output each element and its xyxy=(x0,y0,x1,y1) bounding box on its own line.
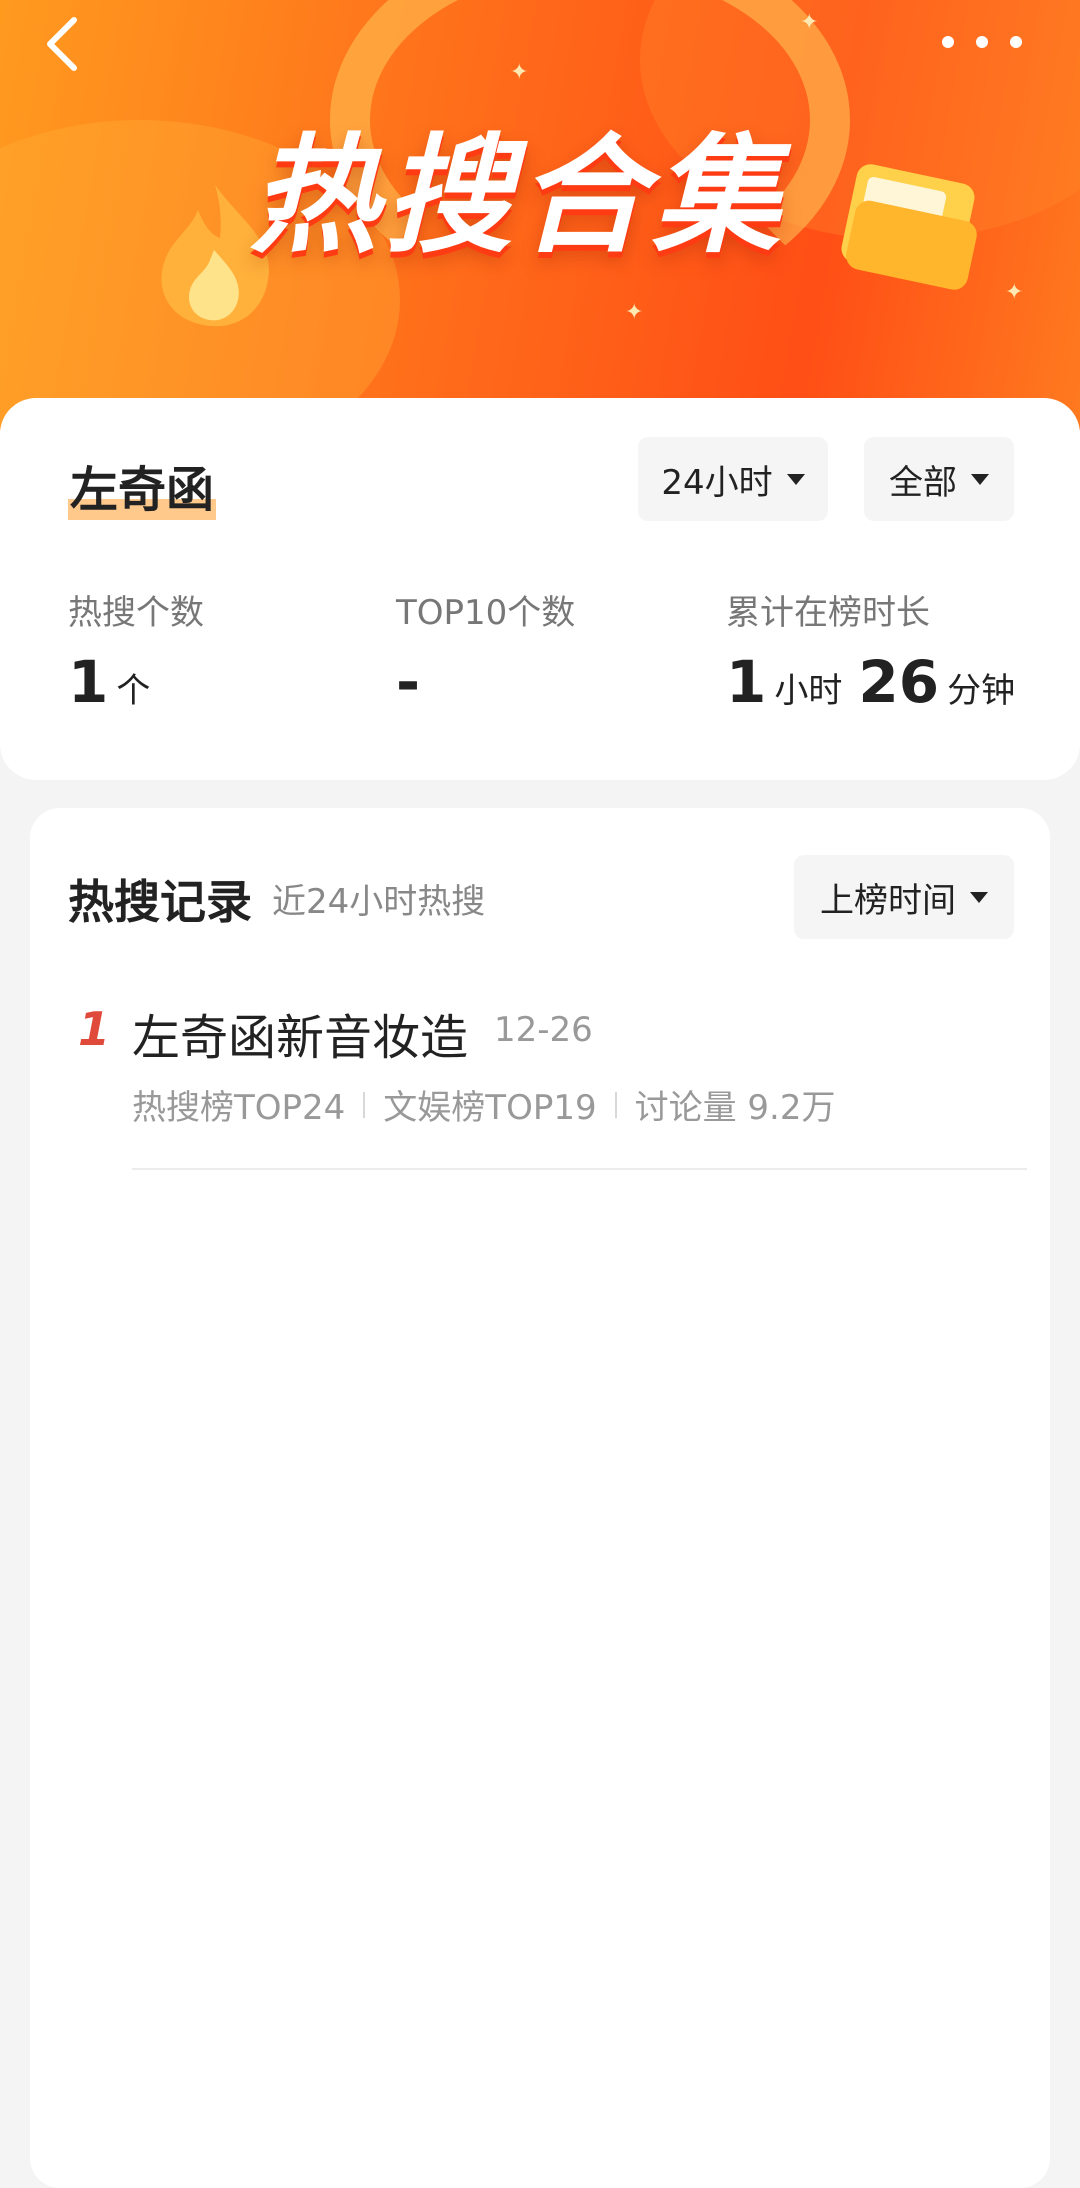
duration-label: 累计在榜时长 xyxy=(726,593,930,633)
scope-dropdown[interactable]: 全部 xyxy=(864,437,1014,521)
meta-separator xyxy=(363,1091,366,1118)
sparkle-icon: ✦ xyxy=(510,60,529,85)
sort-dropdown[interactable]: 上榜时间 xyxy=(794,855,1014,939)
record-title[interactable]: 左奇函新音妆造 xyxy=(132,998,468,1068)
record-meta-ent-board: 文娱榜TOP19 xyxy=(383,1088,597,1128)
sparkle-icon: ✦ xyxy=(1005,280,1024,305)
meta-separator xyxy=(614,1091,617,1118)
caret-down-icon xyxy=(970,891,988,903)
top10-value: - xyxy=(396,648,421,716)
time-range-label: 24小时 xyxy=(661,462,773,503)
caret-down-icon xyxy=(786,473,805,485)
back-button[interactable] xyxy=(32,14,92,74)
celebrity-name: 左奇函 xyxy=(68,450,217,520)
header-banner: ✦ ✦ ✦ ✦ 热搜合集 xyxy=(0,0,1080,430)
records-title: 热搜记录 xyxy=(68,875,252,929)
chevron-left-icon xyxy=(47,17,77,71)
sort-label: 上榜时间 xyxy=(820,880,956,921)
sparkle-icon: ✦ xyxy=(800,10,819,35)
top10-label: TOP10个数 xyxy=(396,593,576,633)
time-range-dropdown[interactable]: 24小时 xyxy=(638,437,828,521)
banner-title: 热搜合集 xyxy=(250,122,787,271)
record-divider xyxy=(132,1168,1027,1170)
duration-value: 1 小时 26 分钟 xyxy=(726,648,1016,716)
hot-count-label: 热搜个数 xyxy=(68,593,204,633)
records-subtitle: 近24小时热搜 xyxy=(272,882,486,922)
record-meta: 热搜榜TOP24 文娱榜TOP19 讨论量 9.2万 xyxy=(132,1080,835,1129)
hot-count-value: 1 个 xyxy=(68,648,151,716)
sparkle-icon: ✦ xyxy=(625,300,644,325)
record-meta-board: 热搜榜TOP24 xyxy=(132,1088,346,1128)
more-button[interactable] xyxy=(942,30,1022,54)
folder-icon xyxy=(841,164,977,290)
more-dots-icon xyxy=(942,36,954,48)
scope-label: 全部 xyxy=(889,462,957,503)
record-date: 12-26 xyxy=(494,1010,593,1050)
caret-down-icon xyxy=(971,473,989,485)
record-rank: 1 xyxy=(78,1002,111,1056)
record-meta-discussion: 讨论量 9.2万 xyxy=(634,1088,836,1128)
